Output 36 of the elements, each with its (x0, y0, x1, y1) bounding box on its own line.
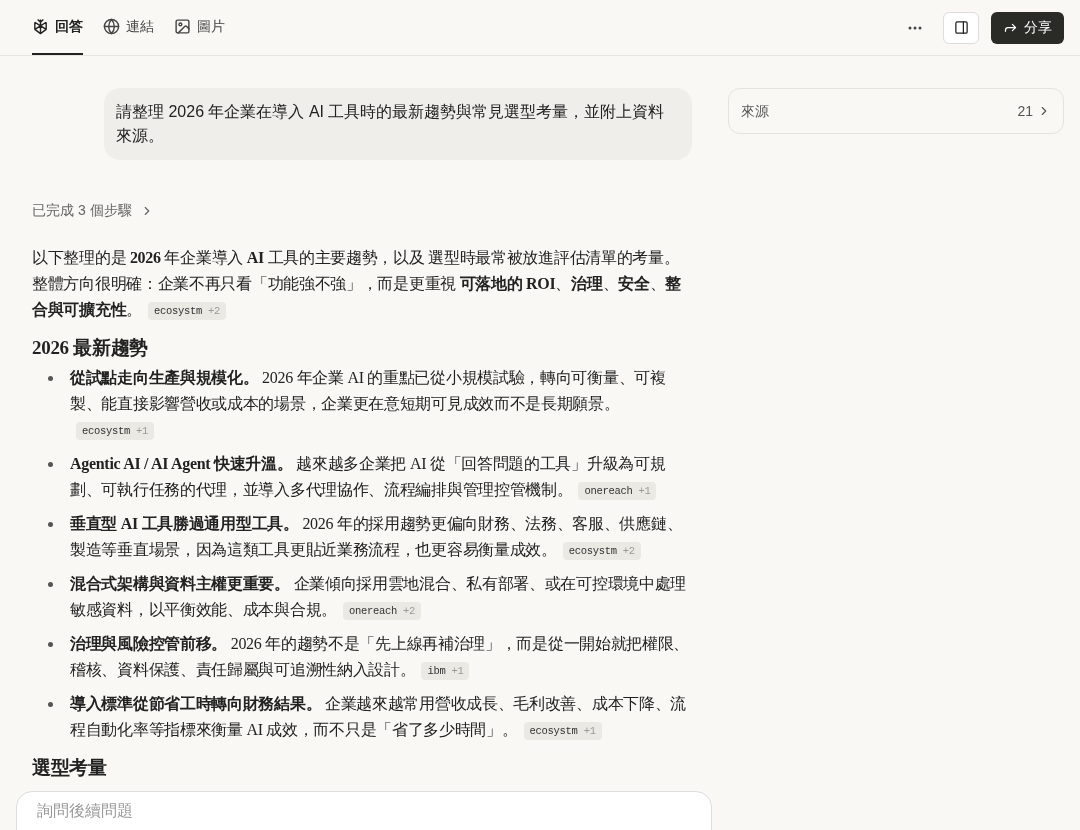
list-item-text: 從試點走向生產與規模化。 2026 年企業 AI 的重點已從小規模試驗，轉向可衡量、可複製、能直接影響營收或成本的場景，企業更在意短期可見成效而不是長期願景。 ecosystm +1 (70, 365, 692, 443)
bullet-icon (48, 376, 53, 381)
bullet-icon (48, 642, 53, 647)
panel-icon (953, 20, 969, 35)
section-heading: 選型考量 (32, 756, 108, 780)
list-item-text: 治理與風險控管前移。 2026 年的趨勢不是「先上線再補治理」，而是從一開始就把權限、稽核、資料保護、責任歸屬與可追溯性納入設計。 ibm +1 (70, 631, 692, 683)
list-item-text: 導入標準從節省工時轉向財務結果。 企業越來越常用營收成長、毛利改善、成本下降、流程自動化率等指標來衡量 AI 成效，而不只是「省了多少時間」。 ecosystm +1 (70, 691, 692, 743)
tab[interactable]: 圖片 (174, 0, 225, 55)
tab[interactable]: 回答 (32, 0, 83, 55)
list-item-text: Agentic AI / AI Agent 快速升溫。 越來越多企業把 AI 從「回答問題的工具」升級為可規劃、可執行任務的代理，並導入多代理協作、流程編排與管理控管機制。 onereach +1 (70, 451, 692, 503)
citation-chip[interactable]: ecosystm +2 (147, 302, 226, 321)
citation-chip[interactable]: ecosystm +2 (562, 542, 641, 561)
citation-chip[interactable]: ibm +1 (421, 662, 470, 681)
query-bubble: 請整理 2026 年企業在導入 AI 工具時的最新趨勢與常見選型考量，並附上資料來源。 (104, 88, 692, 160)
citation-chip[interactable]: onereach +2 (342, 602, 421, 621)
section-heading: 2026 最新趨勢 (32, 336, 150, 360)
bullet-icon (48, 702, 53, 707)
bullet-icon (48, 462, 53, 467)
steps-toggle[interactable]: 已完成 3 個步驟 (32, 200, 154, 221)
list-item-text: 垂直型 AI 工具勝過通用型工具。 2026 年的採用趨勢更偏向財務、法務、客服、供應鏈、製造等垂直場景，因為這類工具更貼近業務流程，也更容易衡量成效。 ecosystm +2 (70, 511, 692, 563)
list-item-text: 混合式架構與資料主權更重要。 企業傾向採用雲地混合、私有部署、或在可控環境中處理敏感資料，以平衡效能、成本與合規。 onereach +2 (70, 571, 692, 623)
sidebar-toggle-button[interactable] (943, 11, 979, 44)
share-button[interactable]: 分享 (991, 11, 1064, 44)
sources-card[interactable]: 來源 21 (728, 88, 1064, 134)
bullet-icon (48, 522, 53, 527)
tab[interactable]: 連結 (103, 0, 154, 55)
citation-chip[interactable]: onereach +1 (578, 482, 657, 501)
intro-paragraph: 以下整理的是 2026 年企業導入 AI 工具的主要趨勢，以及 選型時最常被放進評估清單的考量。整體方向很明確：企業不再只看「功能強不強」，而是更重視 可落地的 ROI、治理、安全、整合與可擴充性。 ecosystm +2 (32, 245, 692, 323)
more-icon (908, 25, 922, 30)
globe-icon (103, 18, 120, 35)
image-icon (174, 18, 191, 35)
bullet-icon (48, 582, 53, 587)
citation-chip[interactable]: ecosystm +1 (76, 422, 155, 441)
followup-field[interactable]: 詢問後續問題 (16, 791, 712, 830)
burst-icon (32, 18, 49, 35)
citation-chip[interactable]: ecosystm +1 (523, 722, 602, 741)
